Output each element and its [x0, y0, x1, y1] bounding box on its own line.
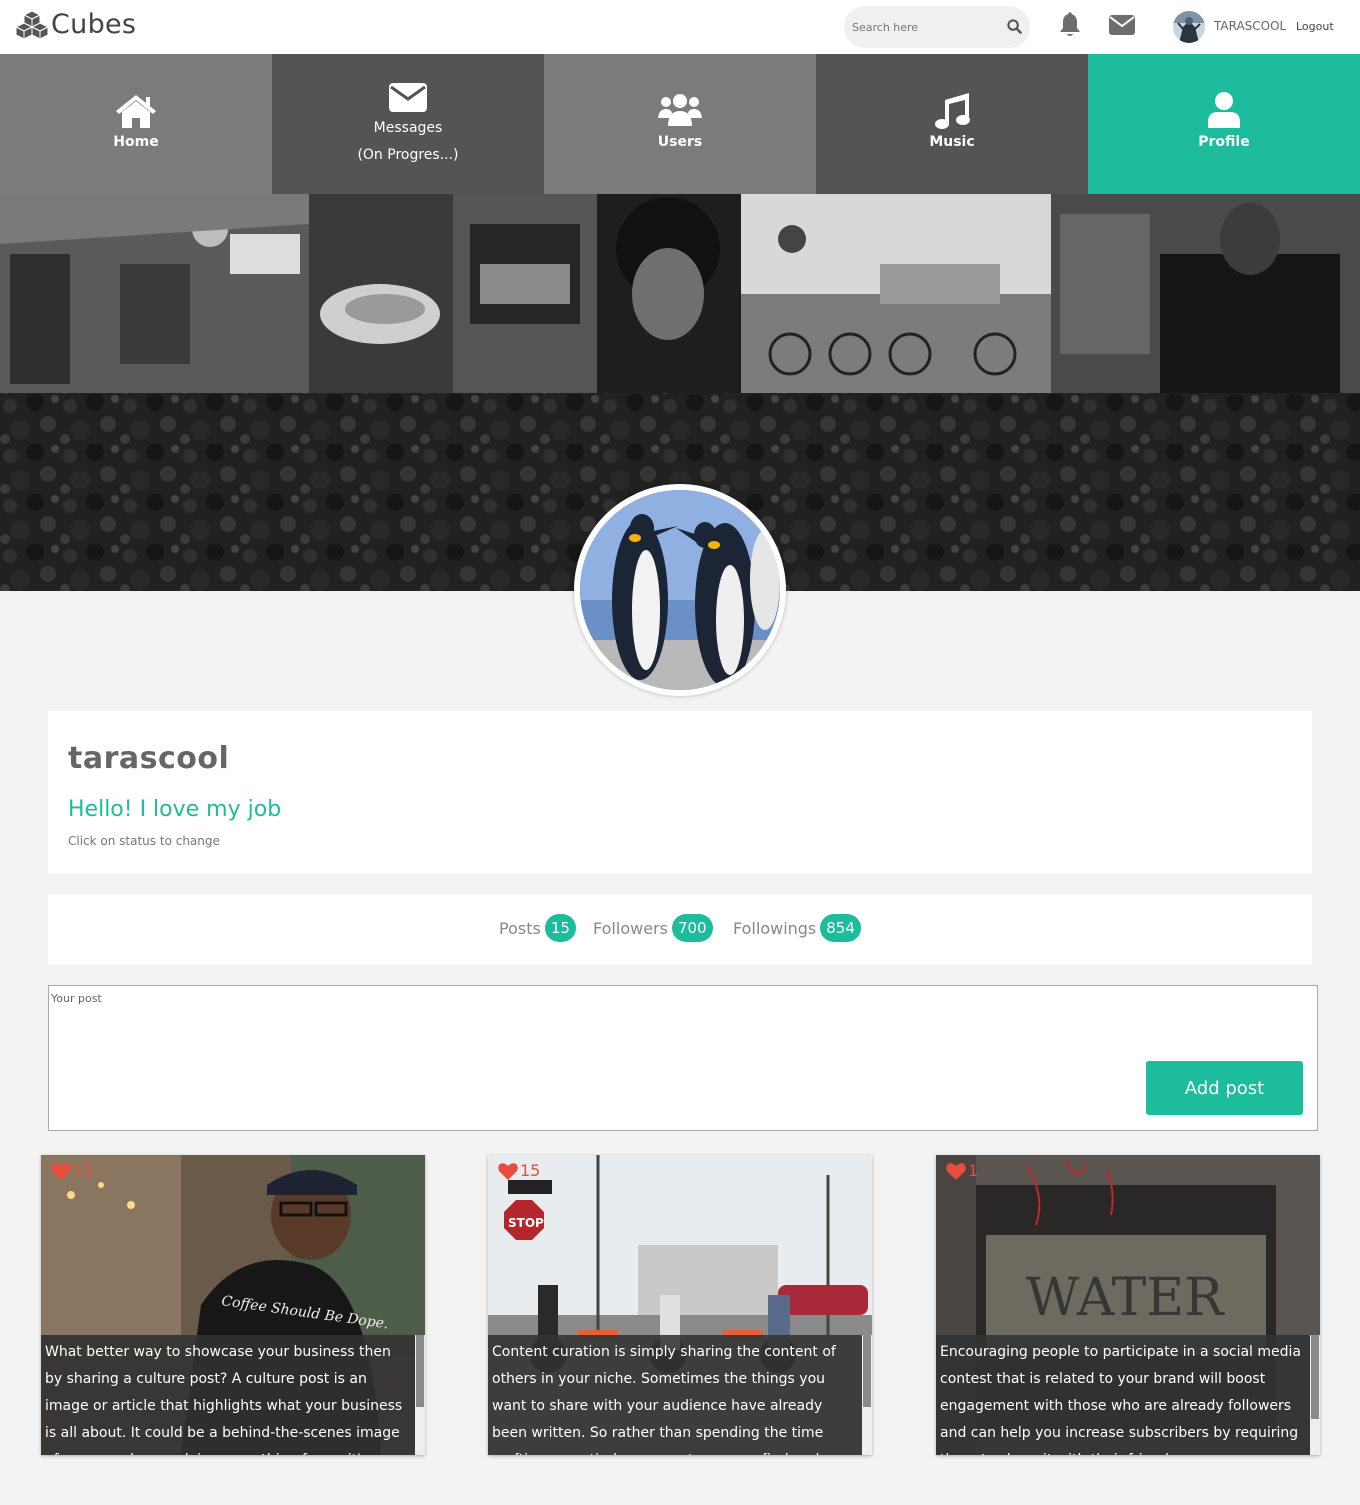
stat-posts-label: Posts [499, 918, 541, 938]
user-icon [1208, 92, 1240, 128]
caption-scrollbar-thumb[interactable] [416, 1335, 424, 1407]
search-icon[interactable] [1007, 19, 1022, 34]
stat-followings[interactable]: Followings 854 [733, 914, 861, 942]
heart-icon [498, 1162, 518, 1180]
envelope-icon [389, 83, 427, 112]
nav-users[interactable]: Users [544, 54, 816, 194]
profile-info-card: tarascool Hello! I love my job Click on … [48, 711, 1312, 874]
search-input[interactable] [852, 20, 1002, 34]
post-caption: Content curation is simply sharing the c… [488, 1335, 872, 1455]
post-composer: Add post [48, 985, 1318, 1131]
likes-count: 12 [73, 1161, 94, 1180]
heart-icon [946, 1162, 966, 1180]
nav-music-label: Music [929, 134, 975, 150]
profile-stats-card: Posts 15 Followers 700 Followings 854 [48, 894, 1312, 965]
music-icon [935, 93, 970, 129]
stat-followers[interactable]: Followers 700 [593, 914, 713, 942]
likes-counter[interactable]: 12 [51, 1161, 93, 1180]
nav-messages-sub: (On Progres...) [357, 147, 459, 163]
avatar[interactable] [1173, 11, 1205, 43]
likes-counter[interactable]: 1 [946, 1161, 978, 1180]
nav-home-label: Home [113, 134, 159, 150]
cubes-logo-icon [15, 9, 49, 40]
likes-count: 1 [968, 1161, 979, 1180]
post-card[interactable]: STOP 15 Content curation is simply shari… [488, 1155, 872, 1455]
stat-followings-label: Followings [733, 918, 817, 938]
header-username[interactable]: TARASCOOL [1214, 19, 1286, 33]
users-icon [658, 94, 702, 126]
likes-counter[interactable]: 15 [498, 1161, 540, 1180]
home-icon [116, 95, 156, 128]
profile-status[interactable]: Hello! I love my job [68, 797, 281, 822]
mail-icon[interactable] [1109, 15, 1135, 35]
caption-scrollbar-thumb[interactable] [1311, 1335, 1319, 1419]
bell-icon[interactable] [1059, 12, 1081, 38]
profile-picture[interactable] [574, 484, 786, 696]
search-box [844, 6, 1030, 48]
stat-followings-badge: 854 [820, 914, 861, 942]
likes-count: 15 [520, 1161, 541, 1180]
nav-messages[interactable]: Messages (On Progres...) [272, 54, 544, 194]
add-post-button[interactable]: Add post [1146, 1061, 1303, 1115]
post-textarea[interactable] [51, 992, 1131, 1052]
stat-followers-badge: 700 [671, 914, 713, 942]
svg-text:STOP: STOP [508, 1216, 544, 1230]
status-hint: Click on status to change [68, 834, 220, 848]
nav-profile[interactable]: Profile [1088, 54, 1360, 194]
nav-home[interactable]: Home [0, 54, 272, 194]
top-bar: Cubes TARASCOOL Logout [0, 0, 1360, 54]
post-card[interactable]: Coffee Should Be Dope. 12 What better wa… [41, 1155, 425, 1455]
logo[interactable]: Cubes [15, 9, 136, 40]
logout-link[interactable]: Logout [1296, 20, 1334, 33]
nav-messages-label: Messages [373, 120, 443, 136]
nav-users-label: Users [657, 134, 703, 150]
stat-posts[interactable]: Posts 15 [499, 914, 576, 942]
stat-posts-badge: 15 [544, 914, 576, 942]
caption-scrollbar-thumb[interactable] [863, 1335, 871, 1407]
profile-username: tarascool [68, 741, 230, 776]
post-caption: Encouraging people to participate in a s… [936, 1335, 1320, 1455]
post-card[interactable]: WATER 1 Encouraging people to participat… [936, 1155, 1320, 1455]
app-name: Cubes [51, 9, 137, 40]
nav-profile-label: Profile [1198, 134, 1250, 150]
nav-music[interactable]: Music [816, 54, 1088, 194]
heart-icon [51, 1162, 71, 1180]
svg-text:WATER: WATER [1026, 1268, 1225, 1328]
main-nav: Home Messages (On Progres...) Users Musi… [0, 54, 1360, 194]
post-caption: What better way to showcase your busines… [41, 1335, 425, 1455]
stat-followers-label: Followers [593, 918, 668, 938]
